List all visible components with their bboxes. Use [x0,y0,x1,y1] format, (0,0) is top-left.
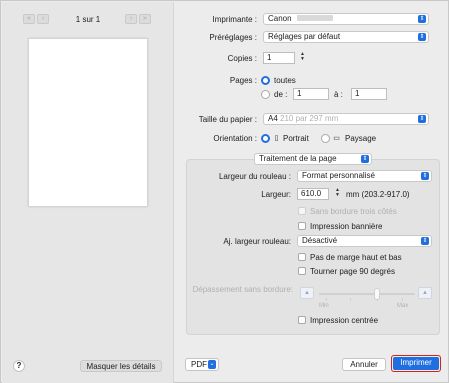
copies-stepper-icon[interactable]: ▲ ▼ [299,52,306,64]
help-button[interactable]: ? [13,360,25,372]
preview-nav-back: « ‹ [23,14,49,24]
paper-size-detail: 210 par 297 mm [280,114,339,123]
redacted-model-mark [296,15,333,21]
portrait-icon: ▯ [274,135,279,142]
pages-to-input[interactable]: 1 [351,88,387,100]
paper-size-select[interactable]: A4 210 par 297 mm ⇕ [263,113,429,125]
slider-tick [350,298,351,301]
print-dialog: « ‹ 1 sur 1 › » ? Masquer les détails Im… [0,0,449,383]
roll-width-select[interactable]: Format personnalisé ⇕ [297,170,432,182]
last-page-icon[interactable]: » [139,14,151,24]
slider-min-label: Min [319,303,329,309]
overflow-slider-track[interactable] [319,293,415,295]
pages-all-radio[interactable] [261,76,270,85]
no-margin-label: Pas de marge haut et bas [310,253,402,262]
width-unit-range: mm (203.2-917.0) [346,190,410,199]
borderless-three-sides-checkbox[interactable] [298,207,306,215]
roll-adjust-value: Désactivé [302,236,338,245]
no-margin-checkbox[interactable] [298,253,306,261]
rotate-90-label: Tourner page 90 degrés [310,267,395,276]
overflow-slider-knob[interactable] [374,288,380,300]
paper-size-value: A4 [268,114,278,123]
borderless-three-sides-label: Sans bordure trois côtés [310,207,397,216]
width-label: Largeur: [261,190,291,199]
pdf-menu-button[interactable]: PDF ⌄ [185,358,219,371]
previous-page-icon[interactable]: ‹ [37,14,49,24]
first-page-icon[interactable]: « [23,14,35,24]
rotate-90-checkbox[interactable] [298,267,306,275]
presets-value: Réglages par défaut [268,32,341,41]
preview-nav-forward: › » [125,14,151,24]
printer-label: Imprimante : [212,15,257,24]
width-input[interactable]: 610.0 [297,188,329,200]
width-stepper-icon[interactable]: ▲ ▼ [334,188,341,200]
pages-from-label: de : [274,90,288,99]
copies-label: Copies : [227,54,257,63]
pages-label: Pages : [229,76,257,85]
chevron-updown-icon: ⇕ [421,172,429,180]
page-preview-thumbnail [28,38,148,207]
banner-print-label: Impression bannière [310,222,383,231]
orientation-label: Orientation : [213,134,257,143]
chevron-updown-icon: ⇕ [418,15,426,23]
banner-print-checkbox[interactable] [298,222,306,230]
pages-range-radio[interactable] [261,90,270,99]
next-page-icon[interactable]: › [125,14,137,24]
roll-adjust-label: Aj. largeur rouleau: [223,237,291,246]
section-value: Traitement de la page [259,154,337,163]
printer-value: Canon [268,14,292,23]
chevron-updown-icon: ⇕ [418,33,426,41]
orientation-landscape-label: Paysage [345,134,377,143]
page-count: 1 sur 1 [75,15,101,24]
cancel-button[interactable]: Annuler [342,358,386,371]
orientation-portrait-label: Portrait [283,134,309,143]
landscape-icon: ▭ [333,135,340,142]
centered-print-label: Impression centrée [310,316,379,325]
pages-all-label: toutes [274,76,296,85]
slider-max-label: Max [397,303,409,309]
chevron-updown-icon: ⇕ [418,115,426,123]
section-select[interactable]: Traitement de la page ⇕ [254,153,372,165]
centered-print-checkbox[interactable] [298,316,306,324]
pdf-label: PDF [191,360,207,369]
roll-width-label: Largeur du rouleau : [218,172,291,181]
min-overflow-icon: ▲ [300,287,314,299]
print-button[interactable]: Imprimer [393,357,439,370]
printer-select[interactable]: Canon ⇕ [263,13,429,25]
print-button-highlight: Imprimer [391,355,441,372]
chevron-down-icon: ⌄ [208,360,216,369]
max-overflow-icon: ▲ [418,287,432,299]
roll-adjust-select[interactable]: Désactivé ⇕ [297,235,432,247]
paper-size-label: Taille du papier : [198,115,257,124]
copies-input[interactable]: 1 [263,52,295,64]
presets-label: Préréglages : [209,33,257,42]
chevron-updown-icon: ⇕ [361,155,369,163]
hide-details-button[interactable]: Masquer les détails [80,360,162,372]
pages-from-input[interactable]: 1 [293,88,329,100]
overflow-label: Dépassement sans bordure: [192,285,294,294]
presets-select[interactable]: Réglages par défaut ⇕ [263,31,429,43]
chevron-updown-icon: ⇕ [421,237,429,245]
pages-to-label: à : [334,90,343,99]
orientation-landscape-radio[interactable] [321,134,330,143]
roll-width-value: Format personnalisé [302,171,375,180]
orientation-portrait-radio[interactable] [261,134,270,143]
